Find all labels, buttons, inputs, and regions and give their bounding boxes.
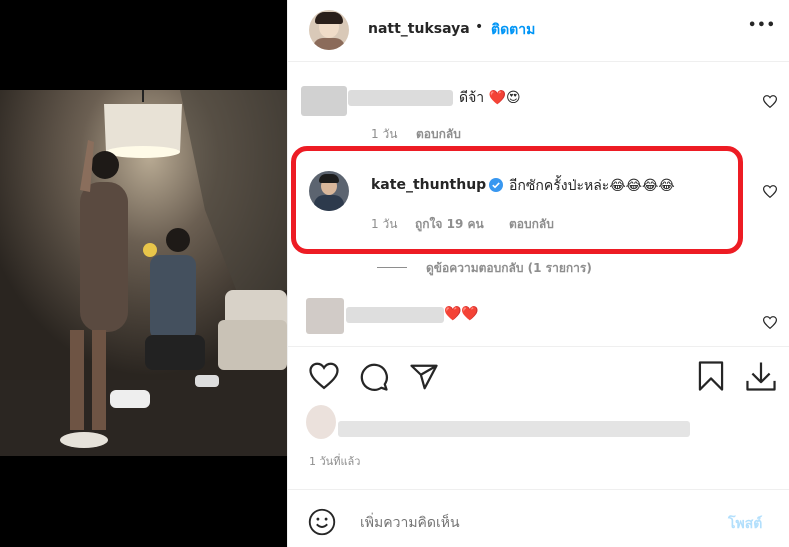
post-media	[0, 0, 287, 547]
action-bar	[288, 346, 789, 347]
reply-button[interactable]: ตอบกลับ	[509, 215, 554, 234]
blurred-username	[346, 307, 444, 323]
reply-button[interactable]: ตอบกลับ	[416, 125, 461, 144]
blurred-likes-avatar	[306, 405, 336, 439]
blurred-username	[348, 90, 453, 106]
post-photo[interactable]	[0, 90, 287, 456]
post-panel: natt_tuksaya • ติดตาม ••• ดีจ้า ❤️😍 1 วั…	[287, 0, 789, 547]
view-replies-button[interactable]: ดูข้อความตอบกลับ (1 รายการ)	[426, 259, 592, 278]
comment-text: ดีจ้า ❤️😍	[459, 90, 521, 106]
post-timestamp: 1 วันที่แล้ว	[309, 455, 361, 468]
commenter-username[interactable]: kate_thunthup	[371, 177, 486, 193]
comment-text: อีกซักครั้งป่ะหล่ะ😂😂😂😂	[509, 178, 675, 194]
download-icon[interactable]	[745, 360, 777, 392]
composer-divider	[288, 489, 789, 490]
commenter-avatar[interactable]	[309, 171, 349, 211]
post-comment-button[interactable]: โพสต์	[728, 513, 762, 535]
comment-icon[interactable]	[359, 362, 389, 392]
heart-icon[interactable]	[763, 95, 777, 108]
comment-likes[interactable]: ถูกใจ 19 คน	[415, 215, 484, 234]
comment-input[interactable]	[358, 510, 702, 536]
bookmark-icon[interactable]	[697, 360, 725, 392]
share-icon[interactable]	[409, 362, 439, 392]
post-header: natt_tuksaya • ติดตาม •••	[288, 0, 789, 62]
photo-illustration	[0, 90, 287, 456]
heart-icon[interactable]	[763, 316, 777, 329]
blurred-avatar	[306, 298, 344, 334]
replies-divider	[377, 267, 407, 268]
author-username[interactable]: natt_tuksaya	[368, 21, 470, 37]
verified-badge-icon	[489, 178, 503, 192]
blurred-avatar	[301, 86, 347, 116]
blurred-likes-text	[338, 421, 690, 437]
emoji-icon[interactable]	[308, 508, 336, 536]
comment-time: 1 วัน	[371, 217, 398, 231]
more-options-button[interactable]: •••	[748, 18, 776, 33]
highlight-box	[291, 146, 743, 254]
comment-time: 1 วัน	[371, 127, 398, 141]
follow-button[interactable]: ติดตาม	[491, 19, 535, 41]
comment-text: ❤️❤️	[444, 306, 479, 322]
author-avatar[interactable]	[309, 10, 349, 50]
heart-icon[interactable]	[763, 185, 777, 198]
like-heart-icon[interactable]	[309, 362, 339, 390]
header-separator: •	[475, 19, 484, 35]
